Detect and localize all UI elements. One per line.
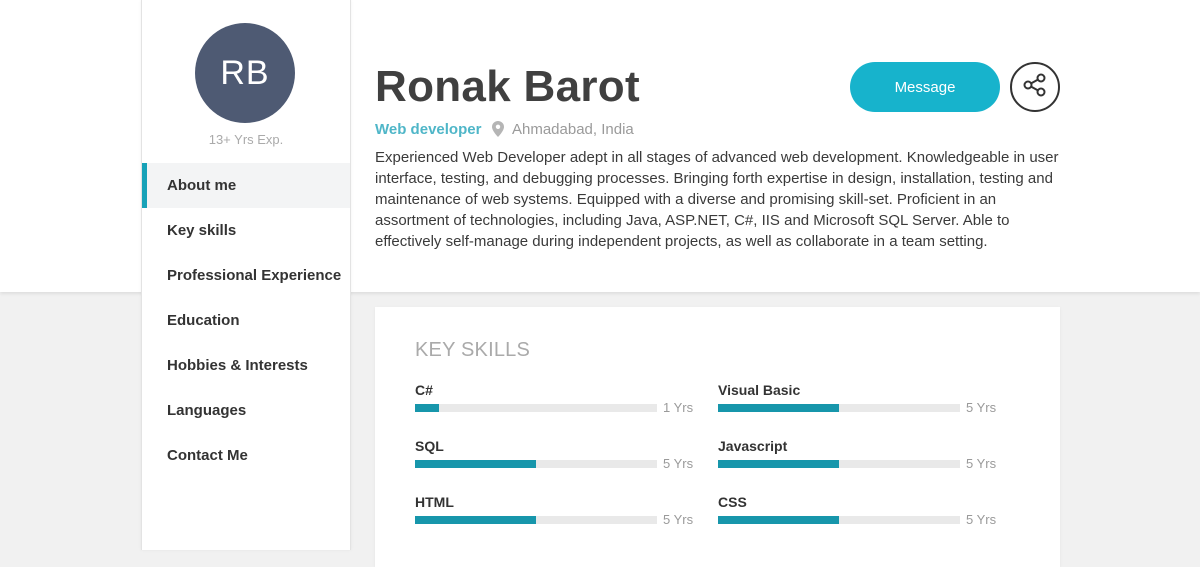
skill-years: 5 Yrs <box>663 456 694 471</box>
skill-name: HTML <box>415 494 454 510</box>
profile-role: Web developer <box>375 121 482 138</box>
nav-item-about-me[interactable]: About me <box>142 163 350 208</box>
skill-bar-fill <box>718 516 839 524</box>
skill-name: Visual Basic <box>718 382 801 398</box>
skill-bar-fill <box>718 404 839 412</box>
skill-bar-fill <box>415 404 440 412</box>
location-pin-icon <box>492 121 504 137</box>
skill-item: SQL 5 Yrs <box>415 438 695 478</box>
skill-name: SQL <box>415 438 444 454</box>
skill-bar-track <box>718 404 960 412</box>
share-icon <box>1022 72 1048 103</box>
nav-item-contact-me[interactable]: Contact Me <box>142 433 350 478</box>
share-button[interactable] <box>1010 62 1060 112</box>
experience-label: 13+ Yrs Exp. <box>208 132 284 147</box>
skill-item: CSS 5 Yrs <box>718 494 998 534</box>
skill-name: Javascript <box>718 438 788 454</box>
skill-years: 5 Yrs <box>966 400 997 415</box>
key-skills-title: KEY SKILLS <box>415 339 531 361</box>
skill-item: Javascript 5 Yrs <box>718 438 998 478</box>
skill-name: CSS <box>718 494 747 510</box>
skill-years: 5 Yrs <box>966 456 997 471</box>
message-button[interactable]: Message <box>850 62 1000 112</box>
key-skills-card: KEY SKILLS C# 1 Yrs Visual Basic 5 Yrs S… <box>375 307 1060 567</box>
skill-bar-fill <box>415 460 536 468</box>
skill-bar-fill <box>415 516 536 524</box>
avatar: RB <box>195 23 295 123</box>
sidebar-nav: About me Key skills Professional Experie… <box>142 163 350 478</box>
nav-item-languages[interactable]: Languages <box>142 388 350 433</box>
skill-bar-track <box>415 404 657 412</box>
skill-years: 5 Yrs <box>966 512 997 527</box>
skill-years: 5 Yrs <box>663 512 694 527</box>
profile-location: Ahmadabad, India <box>512 121 634 138</box>
skill-bar-track <box>415 516 657 524</box>
skill-years: 1 Yrs <box>663 400 694 415</box>
skill-item: HTML 5 Yrs <box>415 494 695 534</box>
skill-bar-track <box>718 516 960 524</box>
skill-name: C# <box>415 382 433 398</box>
profile-bio: Experienced Web Developer adept in all s… <box>375 149 1059 250</box>
nav-item-professional-experience[interactable]: Professional Experience <box>142 253 350 298</box>
profile-name: Ronak Barot <box>375 62 640 111</box>
skill-bar-track <box>718 460 960 468</box>
sidebar: RB 13+ Yrs Exp. About me Key skills Prof… <box>141 0 351 550</box>
nav-item-key-skills[interactable]: Key skills <box>142 208 350 253</box>
nav-item-education[interactable]: Education <box>142 298 350 343</box>
skill-bar-fill <box>718 460 839 468</box>
nav-item-hobbies-interests[interactable]: Hobbies & Interests <box>142 343 350 388</box>
skill-item: Visual Basic 5 Yrs <box>718 382 998 422</box>
skill-item: C# 1 Yrs <box>415 382 695 422</box>
skill-bar-track <box>415 460 657 468</box>
